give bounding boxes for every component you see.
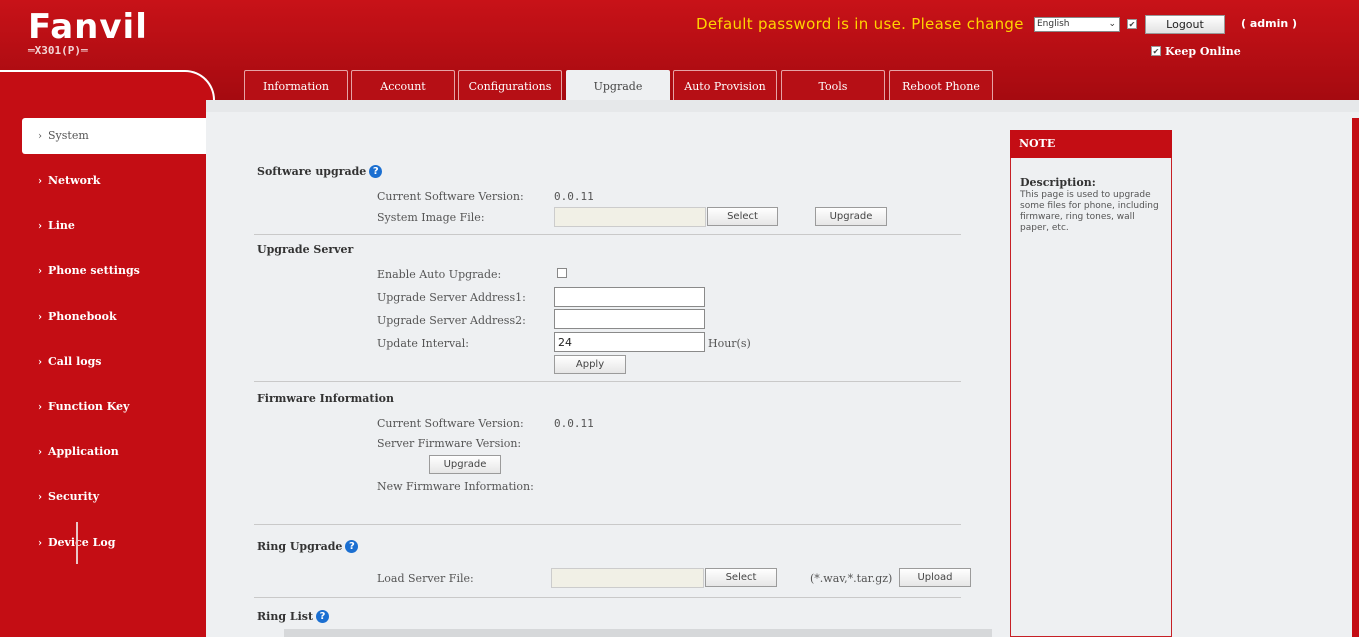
divider	[254, 597, 961, 598]
chevron-right-icon: ›	[38, 221, 42, 232]
check-icon[interactable]: ✔	[1127, 19, 1137, 29]
logout-button[interactable]: Logout	[1145, 15, 1225, 34]
help-icon[interactable]: ?	[369, 165, 383, 178]
chevron-right-icon: ›	[38, 176, 42, 187]
chevron-right-icon: ›	[38, 538, 42, 549]
text-cursor-icon	[76, 522, 78, 564]
note-description-text: This page is used to upgrade some files …	[1020, 190, 1159, 233]
sidebar-corner	[0, 70, 215, 101]
ring-formats-label: (*.wav,*.tar.gz)	[810, 572, 893, 585]
chevron-right-icon: ›	[38, 492, 42, 503]
sidebar-item-network[interactable]: › Network	[22, 163, 206, 199]
select-image-button[interactable]: Select	[707, 207, 778, 226]
upgrade-image-button[interactable]: Upgrade	[815, 207, 887, 226]
ring-upgrade-title: Ring Upgrade?	[257, 540, 359, 553]
chevron-right-icon: ›	[38, 266, 42, 277]
chevron-right-icon: ›	[38, 447, 42, 458]
interval-unit-label: Hour(s)	[708, 337, 751, 350]
fw-current-version-value: 0.0.11	[554, 417, 594, 430]
chevron-right-icon: ›	[38, 402, 42, 413]
sidebar-item-phone-settings[interactable]: › Phone settings	[22, 253, 206, 289]
current-software-version-value: 0.0.11	[554, 190, 594, 203]
tab-reboot-phone[interactable]: Reboot Phone	[889, 70, 993, 101]
server-firmware-version-label: Server Firmware Version:	[377, 437, 522, 450]
main-content	[206, 101, 1359, 637]
sidebar-item-application[interactable]: › Application	[22, 434, 206, 470]
current-software-version-label: Current Software Version:	[377, 190, 524, 203]
sidebar-item-system[interactable]: › System	[22, 118, 206, 154]
chevron-right-icon: ›	[38, 312, 42, 323]
system-image-file-label: System Image File:	[377, 211, 485, 224]
chevron-right-icon: ›	[38, 131, 42, 142]
server-address2-input[interactable]	[554, 309, 705, 329]
current-user: ( admin )	[1241, 17, 1298, 30]
note-body: Description: This page is used to upgrad…	[1020, 177, 1165, 234]
tab-upgrade[interactable]: Upgrade	[566, 70, 670, 102]
keep-online-label: Keep Online	[1165, 45, 1241, 58]
ring-file-field[interactable]	[551, 568, 704, 588]
firmware-information-title: Firmware Information	[257, 392, 395, 405]
apply-button[interactable]: Apply	[554, 355, 626, 374]
chevron-down-icon: ⌄	[1108, 19, 1116, 29]
sidebar-item-line[interactable]: › Line	[22, 208, 206, 244]
select-ring-button[interactable]: Select	[705, 568, 777, 587]
upgrade-server-title: Upgrade Server	[257, 243, 354, 256]
update-interval-input[interactable]	[554, 332, 705, 352]
chevron-right-icon: ›	[38, 357, 42, 368]
enable-auto-upgrade-checkbox[interactable]	[557, 268, 567, 278]
load-server-file-label: Load Server File:	[377, 572, 474, 585]
server-address2-label: Upgrade Server Address2:	[377, 314, 526, 327]
sidebar-item-call-logs[interactable]: › Call logs	[22, 344, 206, 380]
help-icon[interactable]: ?	[345, 540, 359, 553]
sidebar-item-function-key[interactable]: › Function Key	[22, 389, 206, 425]
upload-ring-button[interactable]: Upload	[899, 568, 971, 587]
note-description-title: Description:	[1020, 176, 1096, 189]
sidebar-item-security[interactable]: › Security	[22, 479, 206, 515]
divider	[254, 524, 961, 525]
divider	[254, 381, 961, 382]
server-address1-label: Upgrade Server Address1:	[377, 291, 526, 304]
note-title: NOTE	[1010, 130, 1172, 158]
tab-account[interactable]: Account	[351, 70, 455, 101]
tab-auto-provision[interactable]: Auto Provision	[673, 70, 777, 101]
content-top-strip	[206, 100, 1359, 112]
tab-information[interactable]: Information	[244, 70, 348, 101]
tab-configurations[interactable]: Configurations	[458, 70, 562, 101]
system-image-file-field[interactable]	[554, 207, 706, 227]
tab-tools[interactable]: Tools	[781, 70, 885, 101]
server-address1-input[interactable]	[554, 287, 705, 307]
logo-text: Fanvil	[28, 7, 148, 47]
keep-online-checkbox[interactable]: ✔	[1151, 46, 1161, 56]
sidebar-item-phonebook[interactable]: › Phonebook	[22, 299, 206, 335]
software-upgrade-title: Software upgrade?	[257, 165, 383, 178]
ring-list-table-header	[284, 629, 992, 637]
default-password-warning[interactable]: Default password is in use. Please chang…	[696, 15, 1024, 33]
help-icon[interactable]: ?	[316, 610, 330, 623]
update-interval-label: Update Interval:	[377, 337, 469, 350]
right-edge-bar	[1352, 118, 1359, 637]
language-select[interactable]: English ⌄	[1034, 17, 1120, 32]
fw-current-version-label: Current Software Version:	[377, 417, 524, 430]
ring-list-title: Ring List?	[257, 610, 330, 623]
divider	[254, 234, 961, 235]
enable-auto-upgrade-label: Enable Auto Upgrade:	[377, 268, 502, 281]
sidebar-item-device-log[interactable]: › Device Log	[22, 525, 206, 561]
new-firmware-info-label: New Firmware Information:	[377, 480, 534, 493]
firmware-upgrade-button[interactable]: Upgrade	[429, 455, 501, 474]
fanvil-logo: Fanvil ═X301(P)═	[28, 10, 148, 57]
